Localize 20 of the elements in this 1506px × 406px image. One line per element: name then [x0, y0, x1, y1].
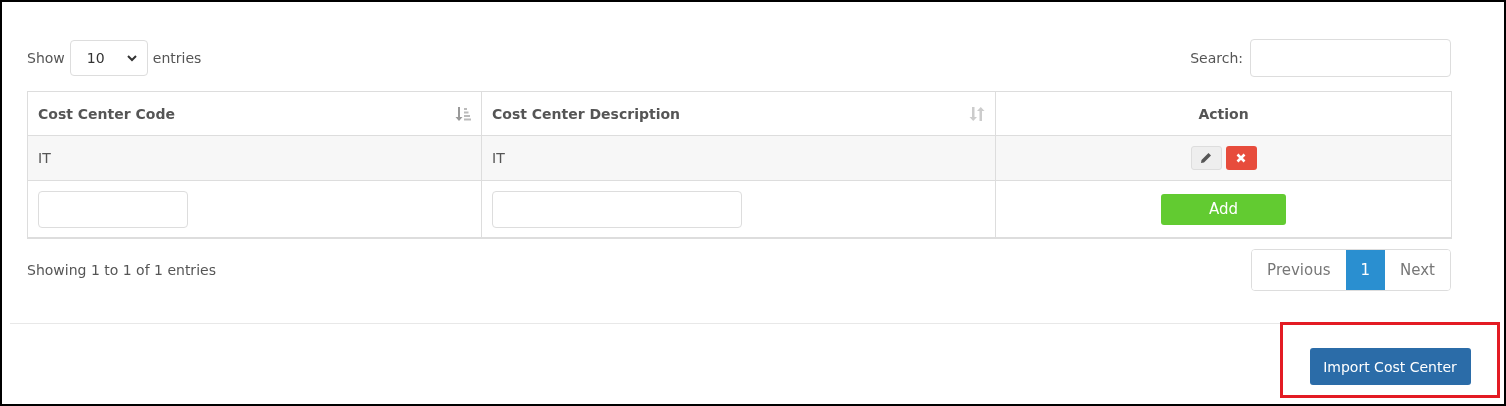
table-info: Showing 1 to 1 of 1 entries	[27, 262, 216, 278]
entries-label: entries	[152, 50, 202, 66]
page-button[interactable]: 1	[1345, 250, 1386, 290]
search-label: Search:	[1190, 50, 1243, 66]
show-label: Show	[27, 50, 65, 66]
entries-select[interactable]: 10	[69, 40, 148, 76]
close-icon	[1236, 153, 1246, 163]
code-input[interactable]	[38, 190, 188, 228]
table-cell: IT	[481, 135, 996, 181]
pencil-icon	[1200, 152, 1212, 164]
chevron-down-icon	[126, 54, 137, 62]
edit-button[interactable]	[1190, 146, 1222, 170]
import-button[interactable]: Import Cost Center	[1309, 348, 1471, 385]
column-header[interactable]: Cost Center Description	[492, 105, 681, 122]
delete-button[interactable]	[1225, 146, 1257, 170]
description-input[interactable]	[492, 190, 742, 228]
table-cell: IT	[27, 135, 482, 181]
column-header[interactable]: Cost Center Code	[38, 105, 175, 122]
search-field[interactable]	[1250, 39, 1451, 77]
column-header: Action	[995, 91, 1452, 136]
